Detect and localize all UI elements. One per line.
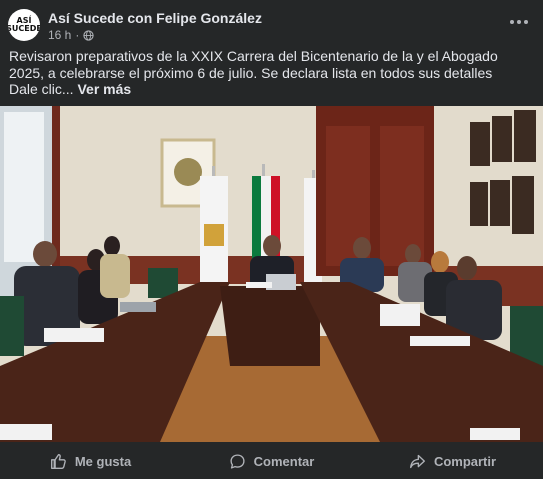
thumbs-up-icon <box>50 453 66 469</box>
post-action-bar: Me gusta Comentar Compartir <box>0 443 543 479</box>
globe-icon <box>83 29 94 41</box>
comment-icon <box>230 453 245 469</box>
see-more-link[interactable]: Ver más <box>77 81 131 97</box>
post-text: Revisaron preparativos de la XXIX Carrer… <box>9 48 534 98</box>
post-body: Revisaron preparativos de la XXIX Carrer… <box>9 48 498 81</box>
comment-label: Comentar <box>253 453 315 469</box>
post-header: ASÍ SUCEDE Así Sucede con Felipe Gonzále… <box>0 0 543 46</box>
share-label: Compartir <box>433 453 497 469</box>
avatar-logo-text: ASÍ SUCEDE <box>8 16 40 33</box>
post-cta: Dale clic... <box>9 81 74 97</box>
more-options-icon[interactable] <box>509 14 529 30</box>
like-button[interactable]: Me gusta <box>0 443 181 479</box>
share-button[interactable]: Compartir <box>362 443 543 479</box>
share-icon <box>409 454 425 468</box>
author-name[interactable]: Así Sucede con Felipe González <box>48 10 262 26</box>
page-avatar[interactable]: ASÍ SUCEDE <box>8 9 40 41</box>
meeting-room-photo <box>0 106 543 442</box>
post-photo[interactable] <box>0 106 543 442</box>
post-meta: 16 h · <box>48 28 94 42</box>
post-timestamp[interactable]: 16 h <box>48 28 71 42</box>
comment-button[interactable]: Comentar <box>181 443 362 479</box>
like-label: Me gusta <box>74 453 132 469</box>
